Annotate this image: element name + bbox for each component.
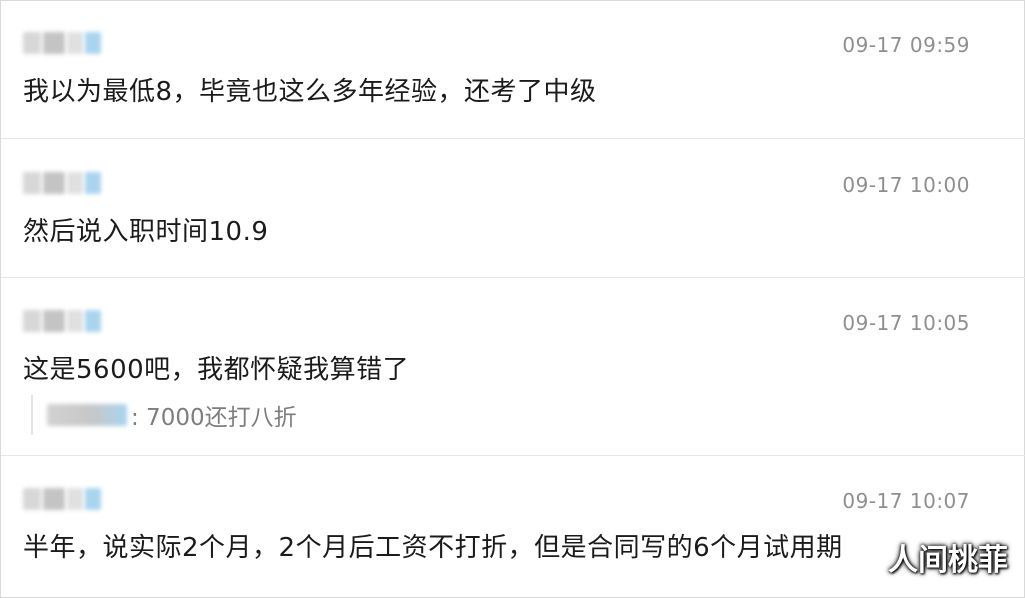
- comment-timestamp: 09-17 09:59: [842, 33, 970, 57]
- comment-list-panel: 09-17 09:59 我以为最低8，毕竟也这么多年经验，还考了中级 09-17…: [0, 0, 1025, 598]
- blurred-name-segment: [43, 310, 65, 332]
- blurred-name-segment: [67, 488, 83, 510]
- comment-text: 然后说入职时间10.9: [23, 217, 269, 247]
- blurred-name-segment: [43, 488, 65, 510]
- blurred-name-segment: [85, 310, 101, 332]
- blurred-name-segment: [67, 310, 83, 332]
- comment-timestamp: 09-17 10:05: [842, 311, 970, 335]
- comment-text: 我以为最低8，毕竟也这么多年经验，还考了中级: [23, 77, 597, 107]
- blurred-name-segment: [85, 488, 101, 510]
- username-blurred[interactable]: [23, 169, 103, 197]
- divider: [1, 455, 1025, 456]
- comment-text: 这是5600吧，我都怀疑我算错了: [23, 355, 410, 385]
- blurred-name-segment: [43, 32, 65, 54]
- comment-timestamp: 09-17 10:00: [842, 173, 970, 197]
- blurred-name-segment: [85, 32, 101, 54]
- comment-text: 半年，说实际2个月，2个月后工资不打折，但是合同写的6个月试用期: [23, 533, 843, 563]
- blurred-name-segment: [85, 172, 101, 194]
- blurred-name-segment: [67, 32, 83, 54]
- username-blurred[interactable]: [23, 307, 103, 335]
- blurred-name-segment: [67, 172, 83, 194]
- divider: [1, 277, 1025, 278]
- divider: [1, 138, 1025, 139]
- blurred-name-segment: [23, 32, 41, 54]
- reply-text: : 7000还打八折: [131, 405, 297, 431]
- blurred-name-segment: [23, 172, 41, 194]
- blurred-name-segment: [23, 310, 41, 332]
- reply-username-blurred[interactable]: [47, 404, 127, 426]
- watermark: 人间桃菲: [888, 543, 1008, 578]
- blurred-name-segment: [43, 172, 65, 194]
- blurred-name-segment: [23, 488, 41, 510]
- username-blurred[interactable]: [23, 485, 103, 513]
- comment-timestamp: 09-17 10:07: [842, 489, 970, 513]
- username-blurred[interactable]: [23, 29, 103, 57]
- reply-quote: : 7000还打八折: [31, 395, 297, 435]
